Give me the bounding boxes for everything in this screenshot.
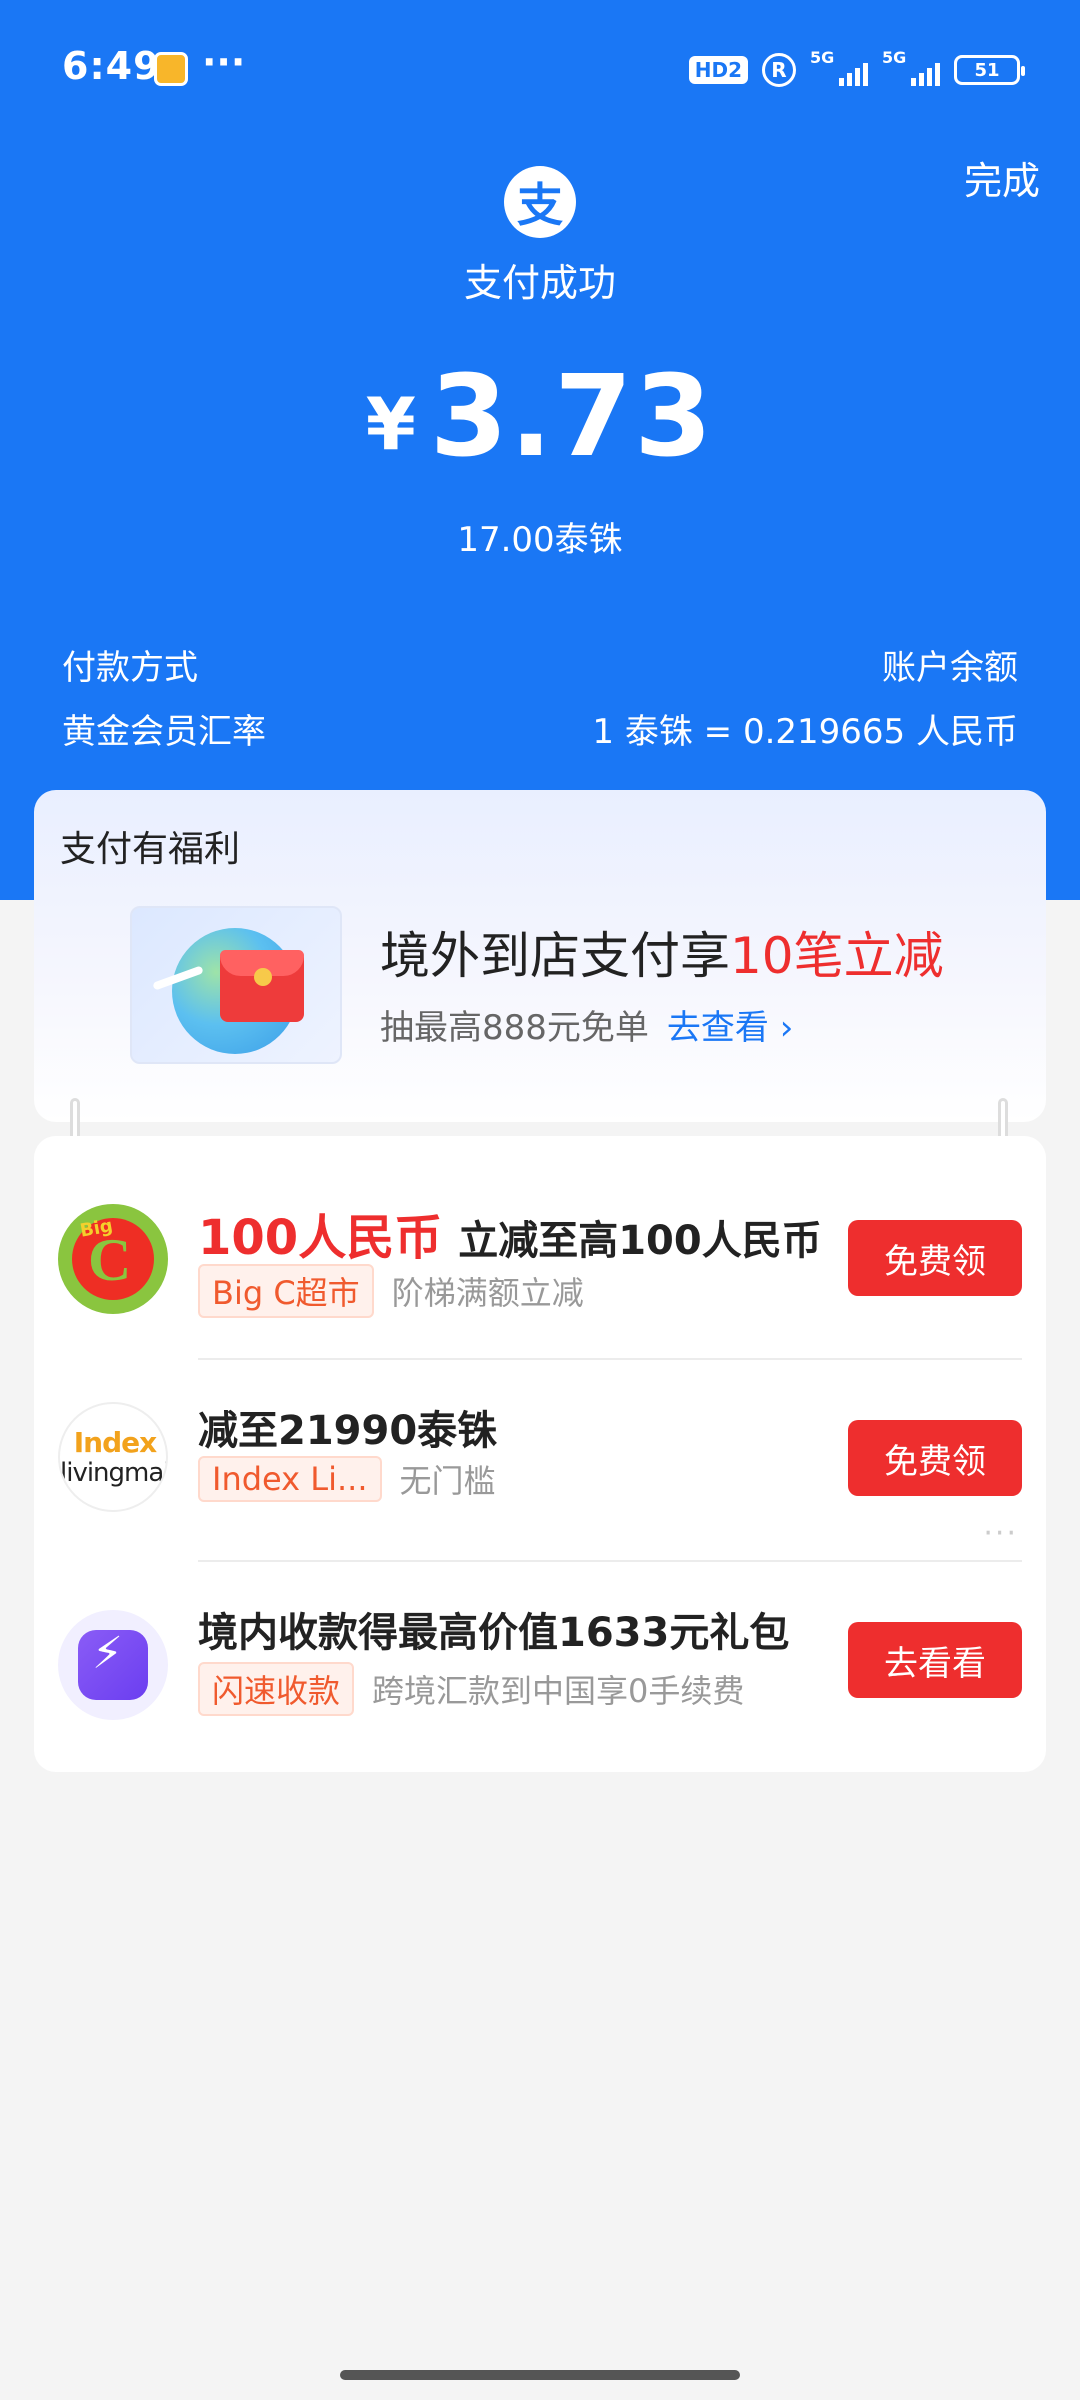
status-time: 6:49: [62, 44, 161, 88]
signal-2-icon: 5G: [882, 48, 940, 88]
promo-subtext: 抽最高888元免单 去查看 ›: [380, 1000, 793, 1049]
more-notifications-icon: ···: [202, 40, 246, 84]
exchange-rate-value: 1 泰铢 = 0.219665 人民币: [592, 712, 1018, 752]
coupon-meta: Index Li... 无门槛: [198, 1456, 496, 1502]
status-bar: 6:49 ··· HD2 R 5G 5G 51: [0, 0, 1080, 140]
promo-card[interactable]: 支付有福利 境外到店支付享10笔立减 抽最高888元免单 去查看 ›: [34, 790, 1046, 1122]
payment-method-value: 账户余额: [882, 648, 1018, 688]
coupon-title-text: 境内收款得最高价值1633元礼包: [198, 1610, 790, 1656]
roaming-icon: R: [762, 53, 796, 87]
coupon-meta: 闪速收款 跨境汇款到中国享0手续费: [198, 1662, 744, 1716]
coupon-item-flash-receive[interactable]: ⚡ 境内收款得最高价值1633元礼包 闪速收款 跨境汇款到中国享0手续费 去看看: [34, 1540, 1046, 1740]
payment-method-label: 付款方式: [62, 648, 198, 688]
promo-sub-label: 抽最高888元免单: [380, 1008, 649, 1048]
claim-button[interactable]: 免费领: [848, 1420, 1022, 1496]
payment-method-row: 付款方式 账户余额: [62, 640, 1018, 689]
coupon-title-text: 立减至高100人民币: [458, 1218, 822, 1264]
coupon-description: 阶梯满额立减: [391, 1274, 584, 1312]
promo-view-link[interactable]: 去查看 ›: [667, 1008, 793, 1048]
signal-1-label: 5G: [810, 48, 835, 67]
index-logo-subword: livingmall: [60, 1458, 168, 1488]
coupon-title: 减至21990泰铢: [198, 1398, 497, 1456]
view-button[interactable]: 去看看: [848, 1622, 1022, 1698]
coupon-description: 跨境汇款到中国享0手续费: [372, 1672, 745, 1710]
merchant-tag: Index Li...: [198, 1456, 382, 1502]
merchant-tag: Big C超市: [198, 1264, 374, 1318]
bigc-logo-icon: C Big: [58, 1204, 168, 1314]
merchant-tag: 闪速收款: [198, 1662, 355, 1716]
exchange-rate-label: 黄金会员汇率: [62, 712, 266, 752]
currency-symbol: ¥: [365, 382, 416, 466]
done-button[interactable]: 完成: [964, 150, 1040, 205]
promo-headline: 境外到店支付享10笔立减: [380, 916, 944, 988]
coupon-title: 境内收款得最高价值1633元礼包: [198, 1600, 789, 1658]
index-livingmall-logo-icon: Index livingmall: [58, 1402, 168, 1512]
exchange-rate-row: 黄金会员汇率 1 泰铢 = 0.219665 人民币: [62, 704, 1018, 753]
home-indicator[interactable]: [340, 2370, 740, 2380]
coupon-item-index[interactable]: Index livingmall 减至21990泰铢 Index Li... 无…: [34, 1338, 1046, 1538]
payment-status: 支付成功: [463, 261, 616, 305]
promo-headline-prefix: 境外到店支付享: [380, 927, 730, 985]
coupon-amount: 100人民币: [198, 1210, 443, 1266]
signal-1-icon: 5G: [810, 48, 868, 88]
coupon-meta: Big C超市 阶梯满额立减: [198, 1264, 584, 1318]
coupons-card: C Big 100人民币 立减至高100人民币 Big C超市 阶梯满额立减 免费…: [34, 1136, 1046, 1772]
coupon-description: 无门槛: [399, 1462, 496, 1500]
local-currency-amount: 17.00泰铢: [457, 520, 623, 560]
payment-amount: ¥3.73: [0, 352, 1080, 482]
battery-icon: 51: [954, 55, 1025, 85]
promo-headline-highlight: 10笔立减: [730, 927, 944, 985]
coupon-title: 100人民币 立减至高100人民币: [198, 1198, 822, 1268]
flash-receive-logo-icon: ⚡: [58, 1610, 168, 1720]
status-indicators: HD2 R 5G 5G 51: [688, 48, 1025, 92]
alipay-logo-icon: 支: [504, 166, 576, 238]
claim-button[interactable]: 免费领: [848, 1220, 1022, 1296]
amount-value: 3.73: [429, 352, 715, 482]
index-logo-word: Index: [73, 1426, 157, 1459]
promo-title: 支付有福利: [60, 829, 241, 870]
signal-2-label: 5G: [882, 48, 907, 67]
coupon-item-bigc[interactable]: C Big 100人民币 立减至高100人民币 Big C超市 阶梯满额立减 免费…: [34, 1136, 1046, 1336]
globe-red-packet-icon: [130, 906, 342, 1064]
coupon-title-text: 减至21990泰铢: [198, 1408, 498, 1454]
hd-voice-icon: HD2: [688, 56, 748, 84]
notification-app-icon: [154, 52, 188, 86]
